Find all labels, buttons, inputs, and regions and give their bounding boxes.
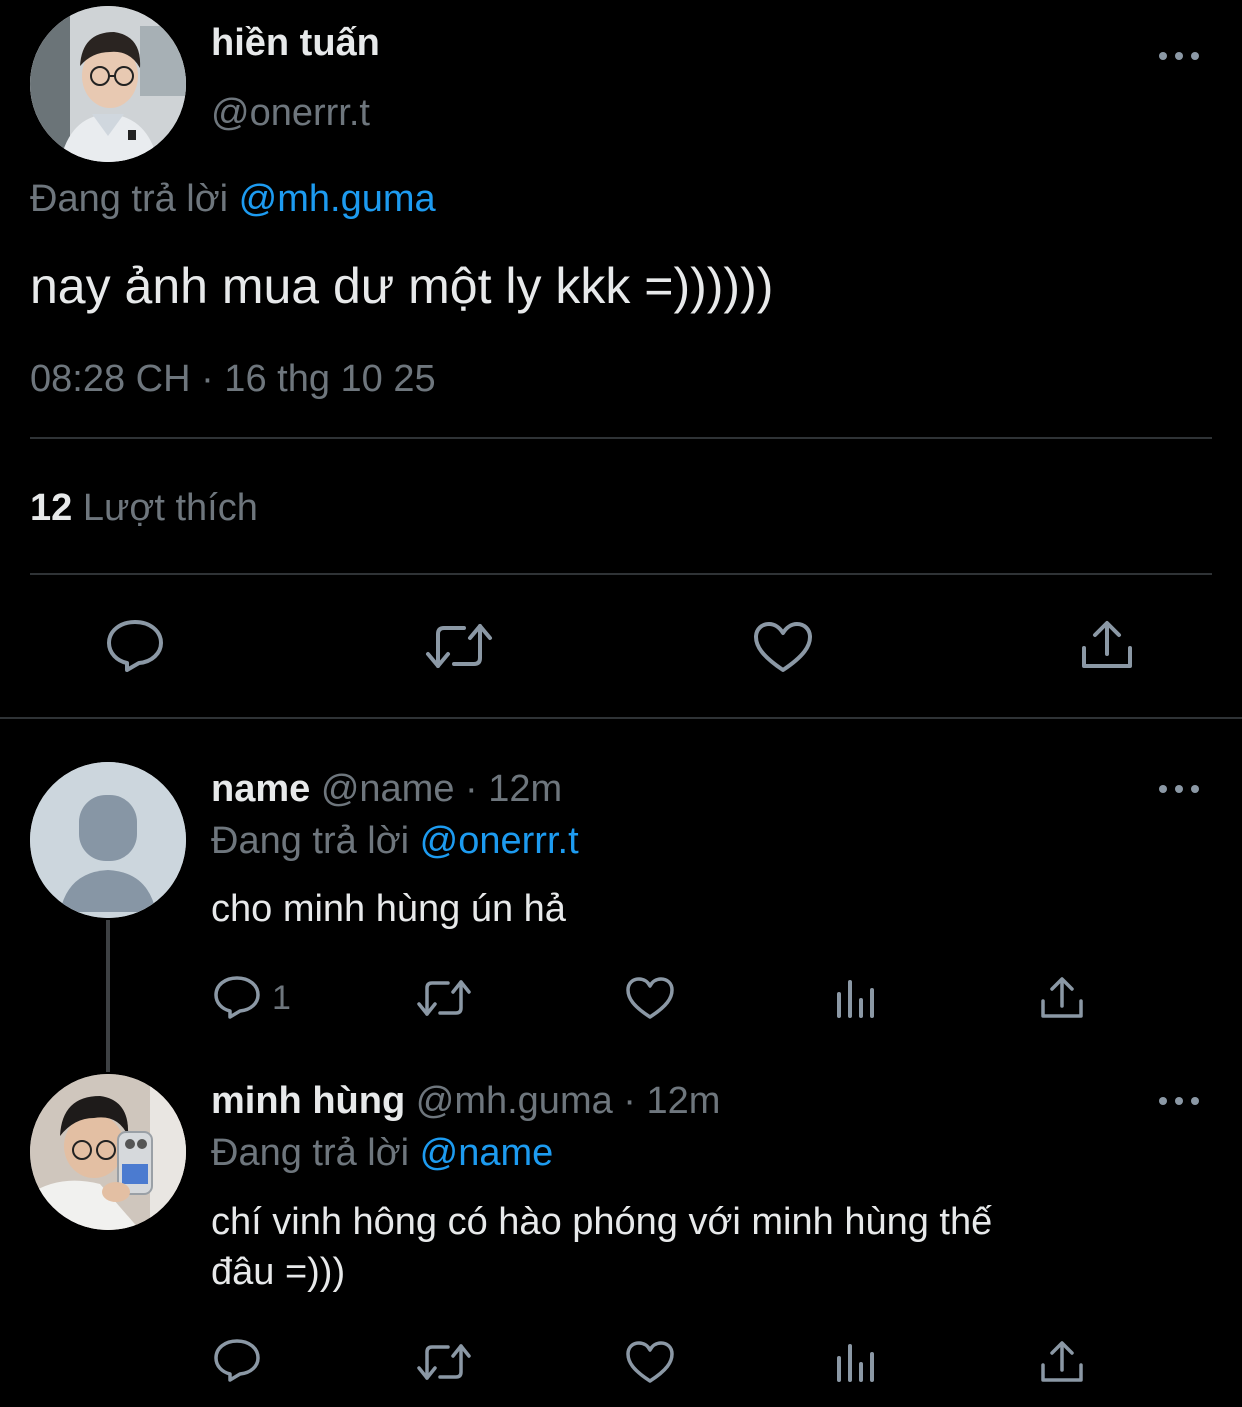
- likes-label: Lượt thích: [82, 487, 258, 529]
- replying-mention-link[interactable]: @onerrr.t: [420, 820, 579, 862]
- replying-mention-link[interactable]: @mh.guma: [239, 178, 436, 220]
- replying-prefix: Đang trả lời: [30, 178, 229, 220]
- tweet-text: nay ảnh mua dư một ly kkk =)))))): [30, 258, 774, 314]
- reply-time[interactable]: · 12m: [465, 768, 562, 810]
- replying-to-line: Đang trả lời @onerrr.t: [211, 818, 579, 864]
- more-icon[interactable]: [1159, 1091, 1199, 1111]
- tweet-timestamp[interactable]: 08:28 CH · 16 thg 10 25: [30, 356, 436, 402]
- reply-text: cho minh hùng ún hả: [211, 888, 566, 930]
- share-icon[interactable]: [1079, 618, 1135, 672]
- replying-prefix: Đang trả lời: [211, 820, 410, 862]
- like-icon[interactable]: [752, 620, 814, 674]
- reply-icon[interactable]: [213, 1338, 261, 1384]
- share-icon[interactable]: [1039, 1340, 1085, 1384]
- views-icon[interactable]: [835, 1342, 879, 1384]
- avatar-hien-tuan[interactable]: [30, 6, 186, 162]
- replying-to-line: Đang trả lời @name: [211, 1130, 553, 1176]
- likes-count: 12: [30, 487, 73, 529]
- reply-time[interactable]: · 12m: [623, 1080, 720, 1122]
- avatar-default[interactable]: [30, 762, 186, 918]
- replying-to-line: Đang trả lời @mh.guma: [30, 176, 436, 222]
- reply-header: minh hùng @mh.guma · 12m: [211, 1078, 720, 1124]
- reply-header: name @name · 12m: [211, 766, 562, 812]
- avatar-minh-hung[interactable]: [30, 1074, 186, 1230]
- divider: [30, 573, 1212, 575]
- reply-text-line-2: đâu =))): [211, 1251, 346, 1293]
- share-icon[interactable]: [1039, 976, 1085, 1020]
- like-icon[interactable]: [625, 976, 675, 1020]
- reply-count: 1: [272, 979, 291, 1017]
- reply-icon[interactable]: [213, 975, 261, 1021]
- more-icon[interactable]: [1159, 46, 1199, 66]
- likes-stat[interactable]: 12 Lượt thích: [30, 485, 258, 531]
- reply-handle[interactable]: @name: [321, 768, 455, 810]
- author-handle[interactable]: @onerrr.t: [211, 90, 370, 136]
- replying-prefix: Đang trả lời: [211, 1132, 410, 1174]
- views-icon[interactable]: [835, 978, 879, 1020]
- thread-connector-line: [106, 920, 110, 1072]
- reply-text-line-1: chí vinh hông có hào phóng với minh hùng…: [211, 1201, 993, 1243]
- more-icon[interactable]: [1159, 779, 1199, 799]
- reply-handle[interactable]: @mh.guma: [416, 1080, 613, 1122]
- retweet-icon[interactable]: [415, 1340, 473, 1384]
- reply-icon[interactable]: [105, 618, 165, 674]
- author-display-name[interactable]: hiền tuấn: [211, 20, 380, 66]
- like-icon[interactable]: [625, 1340, 675, 1384]
- divider: [0, 717, 1242, 719]
- reply-display-name[interactable]: name: [211, 768, 310, 810]
- reply-display-name[interactable]: minh hùng: [211, 1080, 405, 1122]
- replying-mention-link[interactable]: @name: [420, 1132, 554, 1174]
- retweet-icon[interactable]: [424, 620, 494, 672]
- divider: [30, 437, 1212, 439]
- retweet-icon[interactable]: [415, 976, 473, 1020]
